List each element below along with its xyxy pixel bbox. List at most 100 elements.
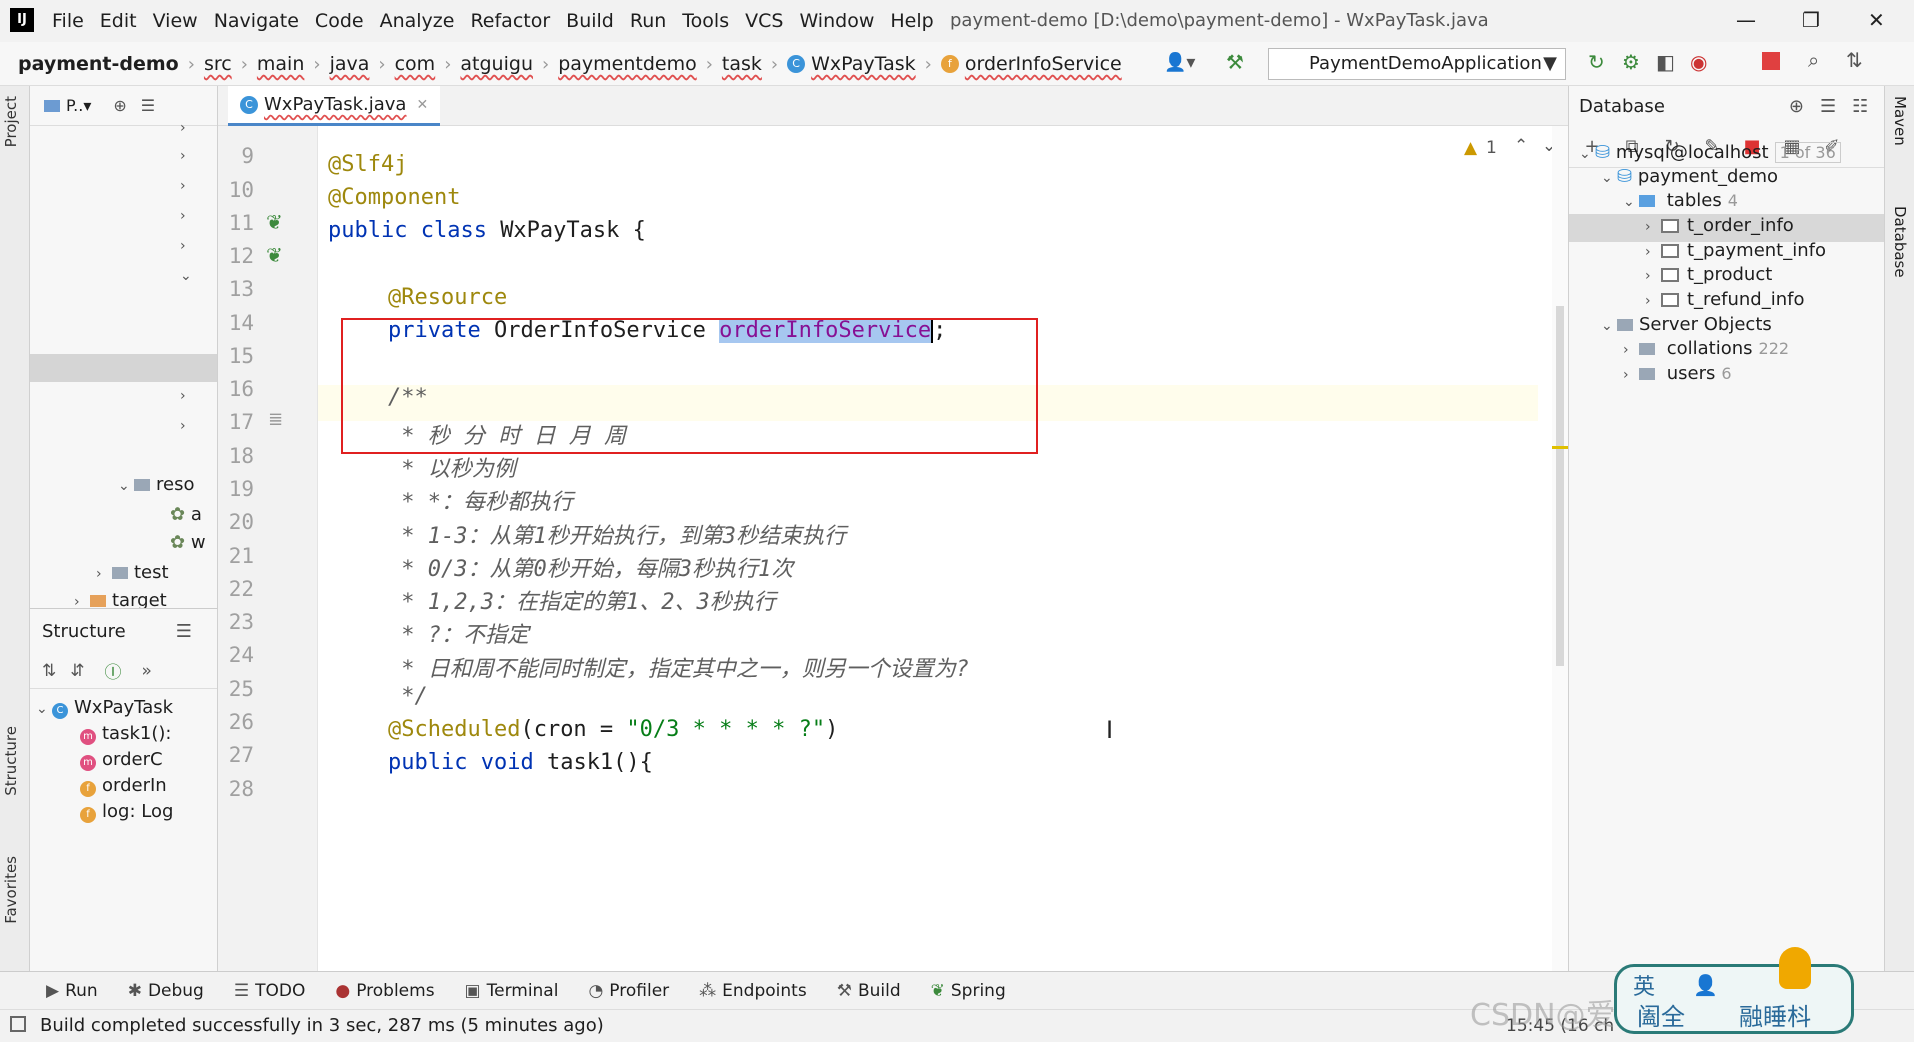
editor-scrollbar[interactable] <box>1552 126 1568 971</box>
collapse-all-icon[interactable]: ☷ <box>1852 96 1868 117</box>
restore-icon[interactable]: ❐ <box>1802 8 1820 32</box>
profiler-tool-button[interactable]: ◔ Profiler <box>588 981 669 1001</box>
tree-node[interactable]: › <box>180 116 196 137</box>
menu-tools[interactable]: Tools <box>682 10 729 32</box>
build-tool-button[interactable]: ⚒ Build <box>837 981 901 1001</box>
database-tool-tab[interactable]: Database <box>1891 206 1909 278</box>
breadcrumb-project[interactable]: payment-demo <box>18 53 179 75</box>
tree-node-file[interactable]: ✿ w <box>170 532 206 553</box>
rerun-icon[interactable]: ↻ <box>1588 50 1605 74</box>
prev-highlight-icon[interactable]: ⌃ <box>1514 136 1528 156</box>
tree-node-target[interactable]: › target <box>74 590 167 608</box>
db-table-t-order-info[interactable]: › t_order_info <box>1645 215 1794 236</box>
locate-icon[interactable]: ⊕ <box>113 96 126 115</box>
tree-node-resources[interactable]: ⌄ reso <box>118 474 194 495</box>
breadcrumb-atguigu[interactable]: atguigu <box>460 53 533 75</box>
project-tool-tab[interactable]: Project <box>2 96 20 147</box>
db-connection[interactable]: ⌄ ⛁ mysql@localhost 1 of 36 <box>1579 142 1841 163</box>
search-icon[interactable]: ⌕ <box>1808 48 1819 72</box>
menu-analyze[interactable]: Analyze <box>380 10 455 32</box>
tree-node-test[interactable]: › test <box>96 562 169 583</box>
menu-view[interactable]: View <box>153 10 198 32</box>
todo-tool-button[interactable]: ☰ TODO <box>234 981 306 1001</box>
menu-run[interactable]: Run <box>630 10 666 32</box>
favorites-tool-tab[interactable]: Favorites <box>2 856 20 924</box>
breadcrumb-paymentdemo[interactable]: paymentdemo <box>558 53 697 75</box>
breadcrumb-com[interactable]: com <box>395 53 436 75</box>
menu-code[interactable]: Code <box>315 10 364 32</box>
project-view-select[interactable]: P..▾ <box>66 96 91 115</box>
debug-tool-button[interactable]: ✱ Debug <box>128 981 204 1001</box>
structure-root[interactable]: ⌄ C WxPayTask <box>36 697 173 719</box>
menu-window[interactable]: Window <box>799 10 874 32</box>
breadcrumb-class[interactable]: WxPayTask <box>811 53 916 75</box>
endpoints-tool-button[interactable]: ⁂ Endpoints <box>699 981 807 1001</box>
spring-bean-icon[interactable]: ❦ <box>266 210 283 234</box>
close-tab-icon[interactable]: ✕ <box>416 97 428 113</box>
tree-node[interactable]: › <box>180 384 196 405</box>
profile-icon[interactable]: ◉ <box>1690 50 1707 74</box>
sort-visibility-icon[interactable]: ⇵ <box>70 661 84 681</box>
db-collations[interactable]: › collations 222 <box>1623 338 1789 359</box>
minimize-icon[interactable]: — <box>1736 8 1756 32</box>
tree-node[interactable]: › <box>180 414 196 435</box>
close-icon[interactable]: ✕ <box>1868 8 1885 32</box>
more-icon[interactable]: » <box>142 661 152 681</box>
tree-node-file[interactable]: ✿ a <box>170 504 202 525</box>
tree-node[interactable]: › <box>180 204 196 225</box>
microphone-icon[interactable] <box>1779 947 1811 989</box>
menu-refactor[interactable]: Refactor <box>470 10 550 32</box>
breadcrumb-task[interactable]: task <box>722 53 762 75</box>
maven-tool-tab[interactable]: Maven <box>1891 96 1909 146</box>
selected-tree-row[interactable] <box>30 354 217 382</box>
doc-render-icon[interactable]: ≣ <box>268 409 283 430</box>
menu-edit[interactable]: Edit <box>100 10 137 32</box>
sort-alpha-icon[interactable]: ⇅ <box>42 661 56 681</box>
stop-icon[interactable] <box>1762 52 1780 70</box>
locate-icon[interactable]: ⊕ <box>1789 96 1804 117</box>
structure-member[interactable]: f orderIn <box>80 775 167 797</box>
db-table-t-product[interactable]: › t_product <box>1645 264 1772 285</box>
breadcrumb-java[interactable]: java <box>330 53 370 75</box>
breadcrumb-src[interactable]: src <box>204 53 232 75</box>
structure-member[interactable]: f log: Log <box>80 801 173 823</box>
problems-tool-button[interactable]: ● Problems <box>335 981 434 1001</box>
spring-tool-button[interactable]: ❦ Spring <box>931 981 1006 1001</box>
db-server-objects[interactable]: ⌄ Server Objects <box>1601 314 1772 335</box>
menu-build[interactable]: Build <box>566 10 614 32</box>
vcs-icon[interactable]: ⇅ <box>1846 48 1863 72</box>
inherited-icon[interactable]: Ⓘ <box>105 658 122 683</box>
spring-bean-icon[interactable]: ❦ <box>266 243 283 267</box>
settings-icon[interactable]: ☰ <box>176 621 192 642</box>
user-icon[interactable]: 👤▾ <box>1164 52 1195 73</box>
db-table-t-payment-info[interactable]: › t_payment_info <box>1645 240 1826 261</box>
tree-node[interactable]: ⌄ <box>180 264 196 285</box>
coverage-icon[interactable]: ◧ <box>1656 50 1675 74</box>
warning-icon[interactable]: ▲ <box>1464 138 1477 158</box>
menu-file[interactable]: File <box>52 10 84 32</box>
scroll-thumb[interactable] <box>1556 306 1564 666</box>
status-message[interactable]: Build completed successfully in 3 sec, 2… <box>40 1015 604 1036</box>
status-toggle-icon[interactable] <box>10 1016 26 1032</box>
tree-node[interactable]: › <box>180 144 196 165</box>
debug-icon[interactable]: ⚙ <box>1622 50 1640 74</box>
code-editor[interactable]: ▲ 1 ⌃ ⌄ @Slf4j @Component public class W… <box>318 126 1568 971</box>
tree-node[interactable]: › <box>180 234 196 255</box>
menu-vcs[interactable]: VCS <box>745 10 783 32</box>
collapse-all-icon[interactable]: ☰ <box>141 96 155 115</box>
run-configuration-select[interactable]: PaymentDemoApplication ▼ <box>1268 48 1566 80</box>
breadcrumb-main[interactable]: main <box>257 53 304 75</box>
menu-help[interactable]: Help <box>890 10 933 32</box>
structure-member[interactable]: m orderC <box>80 749 163 771</box>
db-tables-folder[interactable]: ⌄ tables 4 <box>1623 190 1738 211</box>
structure-member[interactable]: m task1(): <box>80 723 171 745</box>
breadcrumb-field[interactable]: orderInfoService <box>965 53 1122 75</box>
db-schema[interactable]: ⌄ ⛁ payment_demo <box>1601 166 1778 187</box>
user-icon[interactable]: 👤 <box>1693 973 1718 997</box>
tab-wxpaytask[interactable]: C WxPayTask.java ✕ <box>228 86 441 126</box>
structure-tool-tab[interactable]: Structure <box>2 726 20 796</box>
expand-all-icon[interactable]: ☰ <box>1820 96 1836 117</box>
warning-marker[interactable] <box>1552 446 1568 449</box>
db-users[interactable]: › users 6 <box>1623 363 1732 384</box>
db-table-t-refund-info[interactable]: › t_refund_info <box>1645 289 1804 310</box>
